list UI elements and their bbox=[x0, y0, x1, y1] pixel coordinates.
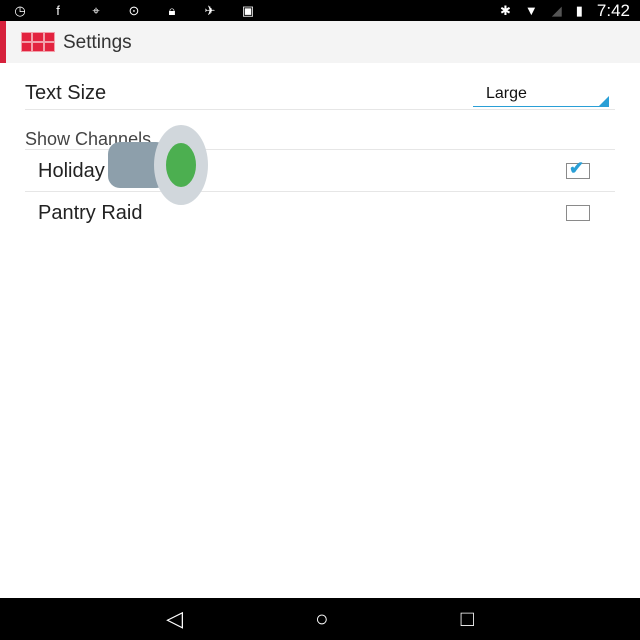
status-bar: ◷ f ⌖ ⊙ 🔒︎ ✈ ▣ ✱ ▼ ◢ ▮ 7:42 bbox=[0, 0, 640, 21]
bluetooth-icon: ✱ bbox=[499, 2, 511, 18]
wifi-icon: ▼ bbox=[524, 3, 538, 18]
app-logo-icon[interactable] bbox=[21, 32, 55, 52]
home-button[interactable]: ○ bbox=[315, 606, 328, 632]
recents-button[interactable]: □ bbox=[461, 606, 474, 632]
touch-indicator-icon bbox=[108, 125, 208, 205]
no-signal-icon: ◢ bbox=[551, 2, 562, 18]
clock-icon: ◷ bbox=[14, 2, 26, 18]
sync-icon: ⊙ bbox=[128, 2, 140, 18]
clock-time: 7:42 bbox=[596, 0, 630, 20]
text-size-value: Large bbox=[486, 85, 527, 102]
navigation-bar: ◁ ○ □ bbox=[0, 598, 640, 640]
android-icon: ▣ bbox=[241, 2, 255, 18]
lock-icon: 🔒︎ bbox=[168, 2, 176, 18]
channel-checkbox[interactable] bbox=[566, 205, 590, 221]
text-size-label: Text Size bbox=[25, 82, 107, 104]
dropdown-arrow-icon bbox=[599, 96, 609, 106]
maps-icon: ⌖ bbox=[92, 2, 100, 18]
checkmark-icon: ✔ bbox=[569, 158, 585, 178]
back-button[interactable]: ◁ bbox=[166, 606, 183, 632]
channel-checkbox[interactable]: ✔ bbox=[566, 158, 590, 179]
battery-charging-icon: ▮ bbox=[575, 2, 583, 18]
facebook-icon: f bbox=[56, 3, 60, 18]
page-title: Settings bbox=[63, 32, 132, 53]
app-bar: Settings bbox=[0, 21, 640, 63]
text-size-dropdown[interactable]: Large bbox=[473, 83, 609, 107]
drawer-edge[interactable] bbox=[0, 21, 6, 63]
satellite-icon: ✈ bbox=[204, 2, 216, 18]
